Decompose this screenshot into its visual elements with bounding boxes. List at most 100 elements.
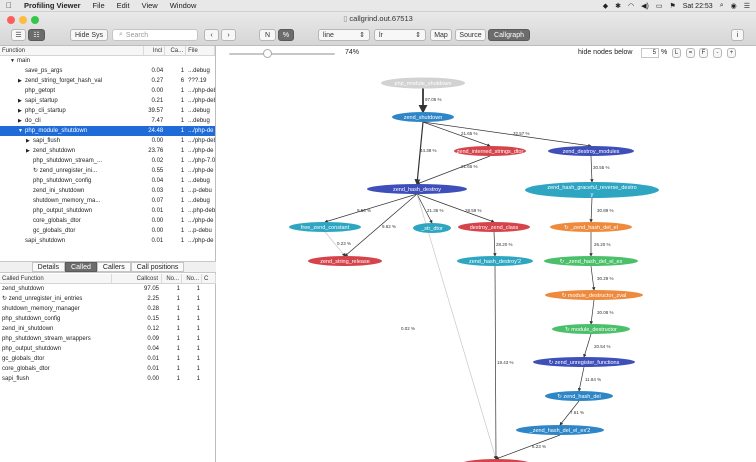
clock-text[interactable]: Sat 22:53 [683, 3, 713, 10]
function-row[interactable]: php_output_shutdown 0.01 1 ...php-deb [0, 206, 215, 216]
function-row[interactable]: gc_globals_dtor 0.00 1 ...p-debu [0, 226, 215, 236]
function-row[interactable]: ▼ php_module_shutdown 24.48 1 .../php-de [0, 126, 215, 136]
function-row[interactable]: ▼ main [0, 56, 215, 66]
called-row[interactable]: zend_shutdown 97.05 1 1 [0, 284, 216, 294]
map-button[interactable]: Map [430, 29, 452, 41]
tab-called[interactable]: Called [65, 262, 97, 272]
hide-sys-button[interactable]: Hide Sys [70, 29, 108, 41]
col-incl[interactable]: Incl [144, 46, 166, 55]
menu-app-name[interactable]: Profiling Viewer [18, 1, 87, 10]
function-row[interactable]: ▶sapi_flush 0.00 1.../php-debu [0, 136, 215, 146]
col-callcost[interactable]: Callcost [112, 274, 162, 283]
called-row[interactable]: ↻ zend_unregister_ini_entries 2.25 1 1 [0, 294, 216, 304]
bluetooth-icon[interactable]: ✱ [615, 2, 621, 10]
wifi-icon[interactable]: ◠ [628, 2, 634, 10]
forward-button[interactable]: › [221, 29, 236, 41]
zoom-slider[interactable] [229, 49, 335, 58]
zoom-in-button[interactable]: + [727, 48, 736, 58]
disclosure-triangle-icon[interactable]: ▶ [18, 76, 25, 86]
function-row[interactable]: zend_ini_shutdown 0.03 1 ...p-debu [0, 186, 215, 196]
dropbox-icon[interactable]: ◆ [603, 2, 608, 10]
col-c[interactable]: C [202, 274, 216, 283]
back-button[interactable]: ‹ [204, 29, 219, 41]
search-field[interactable]: ⌕ Search [112, 29, 198, 41]
called-row[interactable]: shutdown_memory_manager 0.28 1 1 [0, 304, 216, 314]
disclosure-triangle-icon[interactable]: ▶ [18, 106, 25, 116]
apple-icon[interactable]:  [0, 1, 18, 10]
flag-icon[interactable]: ⚑ [669, 2, 675, 10]
function-row[interactable]: ▶ do_cli 7.47 1 ...debug [0, 116, 215, 126]
graph-node-zend-hash-graceful-reverse-destroy[interactable]: zend_hash_graceful_reverse_destroy [525, 182, 659, 198]
list-view-button[interactable]: ☷ [28, 29, 45, 41]
menu-view[interactable]: View [136, 1, 164, 10]
col-function[interactable]: Function [0, 46, 145, 55]
function-row[interactable]: php_shutdown_stream_... 0.02 1 .../php-7.0 [0, 156, 215, 166]
graph-node-php-module-shutdown[interactable]: php_module_shutdown [381, 77, 465, 89]
graph-node-zend-hash-destroy2[interactable]: zend_hash_destroy'2 [457, 256, 533, 266]
function-row[interactable]: ▶ php_cli_startup 39.57 1 ...debug [0, 106, 215, 116]
layout-f-button[interactable]: F [699, 48, 708, 58]
called-row[interactable]: core_globals_dtor 0.01 1 1 [0, 364, 216, 374]
disclosure-triangle-icon[interactable]: ▼ [10, 56, 17, 66]
menu-window[interactable]: Window [164, 1, 203, 10]
graph-node-zend-string-release[interactable]: zend_string_release [308, 256, 382, 266]
siri-icon[interactable]: ◉ [731, 2, 737, 10]
called-row[interactable]: php_output_shutdown 0.04 1 1 [0, 344, 216, 354]
graph-node-module-destructor-zval[interactable]: ↻ module_destructor_zval [545, 290, 643, 300]
menu-file[interactable]: File [87, 1, 111, 10]
percent-toggle-button[interactable]: % [278, 29, 294, 41]
graph-node-destroy-zend-class[interactable]: destroy_zend_class [458, 222, 530, 232]
graph-node-zend-destroy-modules[interactable]: zend_destroy_modules [548, 146, 634, 156]
source-button[interactable]: Source [455, 29, 486, 41]
disclosure-triangle-icon[interactable]: ▶ [26, 136, 33, 146]
tab-details[interactable]: Details [31, 262, 66, 272]
graph-node-zend-hash-del-el[interactable]: ↻ _zend_hash_del_el [550, 222, 632, 232]
spotlight-icon[interactable]: ⌕ [720, 2, 724, 10]
graph-node-zend-hash-del[interactable]: ↻ zend_hash_del [545, 391, 613, 401]
function-row[interactable]: php_getopt 0.00 1.../php-debu [0, 86, 215, 96]
called-row[interactable]: sapi_flush 0.00 1 1 [0, 374, 216, 384]
n-toggle-button[interactable]: N [259, 29, 276, 41]
function-row[interactable]: php_shutdown_config 0.04 1 ...debug [0, 176, 215, 186]
disclosure-triangle-icon[interactable]: ▶ [26, 146, 33, 156]
hide-nodes-value[interactable]: 5 [641, 48, 659, 58]
col-no-2[interactable]: No... [182, 274, 202, 283]
disclosure-triangle-icon[interactable]: ▶ [18, 116, 25, 126]
callgraph-button[interactable]: Callgraph [488, 29, 530, 41]
volume-icon[interactable]: ◀) [641, 2, 649, 10]
col-file[interactable]: File [186, 46, 216, 55]
menu-edit[interactable]: Edit [111, 1, 136, 10]
called-row[interactable]: gc_globals_dtor 0.01 1 1 [0, 354, 216, 364]
col-called-function[interactable]: Called Function [0, 274, 112, 283]
disclosure-triangle-icon[interactable]: ▶ [18, 96, 25, 106]
col-no-1[interactable]: No... [162, 274, 182, 283]
function-row[interactable]: ▶ zend_string_forget_hash_val 0.27 6 ???.19 [0, 76, 215, 86]
zoom-out-button[interactable]: - [713, 48, 722, 58]
callgraph-canvas[interactable]: 97.05 % 21.65 % 32.57 % 44.38 % 21.65 % 30.55… [217, 62, 756, 462]
battery-icon[interactable]: ▭ [656, 2, 663, 10]
function-row[interactable]: sapi_shutdown 0.01 1 .../php-de [0, 236, 215, 246]
called-row[interactable]: php_shutdown_stream_wrappers 0.09 1 1 [0, 334, 216, 344]
zoom-slider-knob[interactable] [263, 49, 272, 58]
tab-callers[interactable]: Callers [96, 262, 131, 272]
notification-center-icon[interactable]: ☰ [744, 2, 750, 10]
layout-l-button[interactable]: L [672, 48, 681, 58]
function-row[interactable]: save_ps_args 0.04 1 ...debug [0, 66, 215, 76]
graph-node-free-zend-constant[interactable]: free_zend_constant [289, 222, 361, 232]
tab-call-positions[interactable]: Call positions [130, 262, 185, 272]
graph-node-module-destructor[interactable]: ↻ module_destructor [552, 324, 630, 334]
graph-node-zend-interned-strings-dtor[interactable]: zend_interned_strings_dtor [454, 146, 526, 156]
disclosure-triangle-icon[interactable]: ▼ [18, 126, 25, 136]
graph-node-zend-hash-del-el-ex2[interactable]: _zend_hash_del_el_ex'2 [516, 425, 604, 435]
info-button[interactable]: i [731, 29, 744, 41]
layout-equal-button[interactable]: = [686, 48, 695, 58]
called-row[interactable]: zend_ini_shutdown 0.12 1 1 [0, 324, 216, 334]
function-row[interactable]: ↻ zend_unregister_ini... 0.55 1 .../php-de [0, 166, 215, 176]
sidebar-toggle-button[interactable]: ☰ [11, 29, 26, 41]
graph-node-zend-shutdown[interactable]: zend_shutdown [392, 112, 454, 122]
graph-node-str-dtor[interactable]: _str_dtor [413, 223, 451, 233]
direction-select[interactable]: lr ⇕ [374, 29, 426, 41]
function-row[interactable]: shutdown_memory_ma... 0.07 1 ...debug [0, 196, 215, 206]
called-row[interactable]: php_shutdown_config 0.15 1 1 [0, 314, 216, 324]
graph-node-zend-hash-del-el-ex[interactable]: ↻ _zend_hash_del_el_ex [544, 256, 638, 266]
